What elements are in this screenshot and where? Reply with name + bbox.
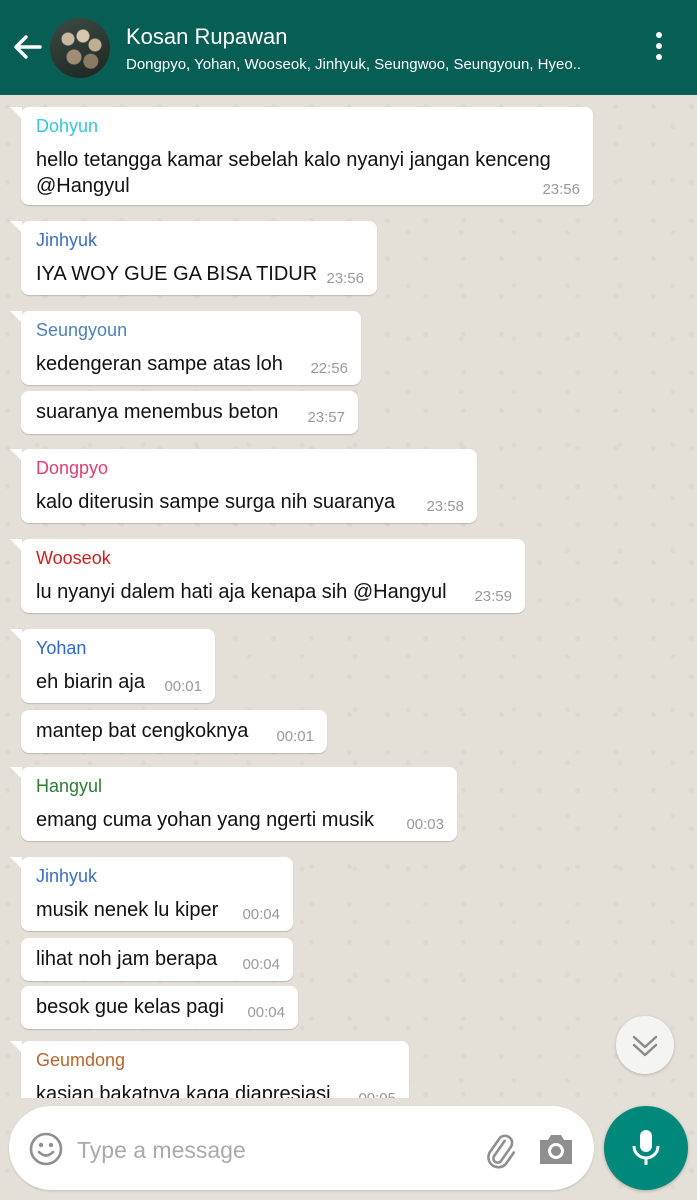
sender-name: Jinhyuk [36, 866, 98, 886]
message-bubble[interactable]: Yohan eh biarin aja 00:01 [10, 629, 215, 703]
group-avatar[interactable] [50, 18, 110, 78]
sender-name: Seungyoun [36, 320, 128, 340]
message-bubble[interactable]: mantep bat cengkoknya 00:01 [21, 710, 327, 753]
message-text: musik nenek lu kiper [36, 899, 219, 921]
chat-header: Kosan Rupawan Dongpyo, Yohan, Wooseok, J… [0, 0, 697, 95]
message-time: 23:56 [326, 270, 364, 287]
message-text: emang cuma yohan yang ngerti musik [36, 809, 374, 831]
sender-name: Dohyun [36, 116, 99, 136]
chevrons-down-icon [632, 1035, 658, 1057]
sender-name: Wooseok [36, 548, 111, 568]
sender-name: Jinhyuk [36, 230, 98, 250]
message-time: 22:56 [310, 360, 348, 377]
message-bubble[interactable]: Jinhyuk IYA WOY GUE GA BISA TIDUR 23:56 [10, 221, 377, 295]
message-time: 00:05 [358, 1090, 396, 1098]
chat-title[interactable]: Kosan Rupawan [126, 24, 287, 50]
message-bubble[interactable]: Dohyun hello tetangga kamar sebelah kalo… [10, 107, 593, 205]
message-bubble[interactable]: Wooseok lu nyanyi dalem hati aja kenapa … [10, 539, 525, 613]
more-vertical-icon[interactable] [648, 30, 670, 66]
message-text: lu nyanyi dalem hati aja kenapa sih @Han… [36, 581, 447, 603]
microphone-icon [632, 1130, 660, 1165]
message-time: 00:01 [276, 728, 314, 745]
message-text: kedengeran sampe atas loh [36, 353, 283, 375]
message-bubble[interactable]: Geumdong kasian bakatnya kaga diapresias… [10, 1041, 409, 1098]
message-bubble[interactable]: lihat noh jam berapa 00:04 [21, 938, 293, 981]
message-time: 23:56 [542, 181, 580, 198]
message-text: eh biarin aja [36, 671, 145, 693]
smiley-icon[interactable] [29, 1132, 63, 1166]
message-bubble[interactable]: Jinhyuk musik nenek lu kiper 00:04 [10, 857, 293, 931]
message-time: 00:03 [406, 816, 444, 833]
message-input[interactable] [75, 1132, 469, 1168]
message-text: @Hangyul [36, 175, 130, 197]
sender-name: Dongpyo [36, 458, 109, 478]
scroll-down-button[interactable] [616, 1016, 674, 1074]
camera-icon[interactable] [536, 1130, 576, 1168]
sender-name: Geumdong [36, 1050, 126, 1070]
message-time: 00:04 [242, 956, 280, 973]
message-bubble[interactable]: Dongpyo kalo diterusin sampe surga nih s… [10, 449, 477, 523]
message-time: 23:58 [426, 498, 464, 515]
microphone-button[interactable] [604, 1106, 688, 1190]
back-arrow-icon[interactable] [10, 31, 46, 63]
message-time: 23:59 [474, 588, 512, 605]
message-time: 00:04 [247, 1004, 285, 1021]
message-time: 00:04 [242, 906, 280, 923]
message-text: lihat noh jam berapa [36, 948, 218, 970]
message-bubble[interactable]: besok gue kelas pagi 00:04 [21, 986, 298, 1029]
message-list[interactable]: Dohyun hello tetangga kamar sebelah kalo… [0, 95, 697, 1098]
message-composer [9, 1106, 594, 1190]
message-bubble[interactable]: Hangyul emang cuma yohan yang ngerti mus… [10, 767, 457, 841]
message-bubble[interactable]: Seungyoun kedengeran sampe atas loh 22:5… [10, 311, 361, 385]
chat-participants[interactable]: Dongpyo, Yohan, Wooseok, Jinhyuk, Seungw… [126, 56, 606, 73]
sender-name: Hangyul [36, 776, 103, 796]
message-text: besok gue kelas pagi [36, 996, 224, 1018]
message-time: 23:57 [307, 409, 345, 426]
message-text: hello tetangga kamar sebelah kalo nyanyi… [36, 149, 551, 171]
sender-name: Yohan [36, 638, 87, 658]
message-time: 00:01 [164, 678, 202, 695]
paperclip-icon[interactable] [479, 1129, 519, 1169]
message-bubble[interactable]: suaranya menembus beton 23:57 [21, 391, 358, 434]
message-text: suaranya menembus beton [36, 401, 279, 423]
message-text: kalo diterusin sampe surga nih suaranya [36, 491, 396, 513]
message-text: kasian bakatnya kaga diapresiasi [36, 1083, 331, 1098]
message-text: mantep bat cengkoknya [36, 720, 249, 742]
message-text: IYA WOY GUE GA BISA TIDUR [36, 263, 318, 285]
